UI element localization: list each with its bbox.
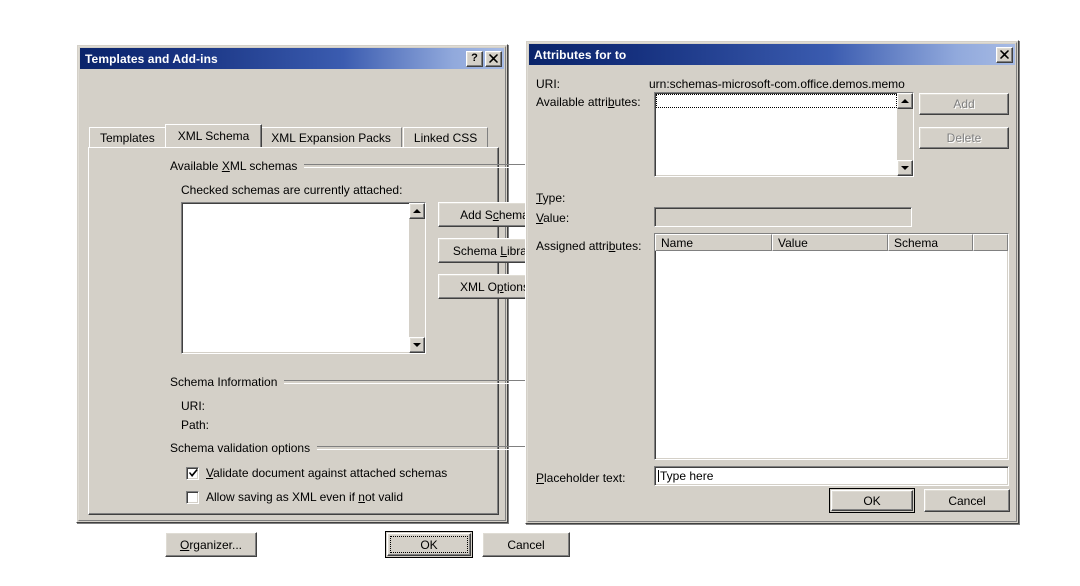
available-attributes-scrollbar[interactable] bbox=[897, 93, 913, 176]
check-icon bbox=[189, 468, 198, 477]
group-schema-information-label: Schema Information bbox=[170, 375, 278, 389]
organizer-label: Organizer... bbox=[179, 537, 243, 552]
column-header-value[interactable]: Value bbox=[772, 234, 888, 251]
organizer-button[interactable]: Organizer... bbox=[165, 532, 257, 557]
scroll-down-glyph bbox=[901, 166, 909, 170]
schema-uri-label: URI: bbox=[181, 399, 205, 413]
attribute-value-label: Value: bbox=[536, 211, 570, 225]
tab-xml-expansion-packs[interactable]: XML Expansion Packs bbox=[260, 127, 402, 147]
scroll-down-icon[interactable] bbox=[897, 160, 913, 176]
templates-ok-button[interactable]: OK bbox=[385, 531, 473, 558]
tab-templates[interactable]: Templates bbox=[89, 127, 166, 147]
attributes-uri-label: URI: bbox=[536, 77, 560, 91]
templates-and-addins-dialog: Templates and Add-ins ? Templates XML Sc… bbox=[76, 44, 570, 558]
column-header-value-label: Value bbox=[778, 235, 808, 250]
assigned-attributes-table[interactable]: Name Value Schema bbox=[654, 233, 1009, 460]
group-available-xml-schemas-label: Available XML schemas bbox=[170, 159, 298, 173]
schema-path-label: Path: bbox=[181, 418, 210, 432]
delete-attribute-button[interactable]: Delete bbox=[919, 127, 1009, 149]
add-attribute-button[interactable]: Add bbox=[919, 93, 1009, 115]
text-caret bbox=[658, 470, 659, 482]
column-header-schema[interactable]: Schema bbox=[888, 234, 973, 251]
group-schema-validation-options: Schema validation options bbox=[170, 441, 566, 455]
attributes-dialog-title: Attributes for to bbox=[534, 47, 627, 62]
assigned-attributes-label: Assigned attributes: bbox=[536, 239, 642, 253]
tab-xml-schema-label: XML Schema bbox=[177, 129, 250, 143]
checkbox-validate-document-label: Validate document against attached schem… bbox=[206, 466, 448, 480]
help-icon[interactable]: ? bbox=[466, 50, 483, 67]
attributes-uri-value: urn:schemas-microsoft-com.office.demos.m… bbox=[649, 77, 905, 91]
attributes-dialog-titlebar[interactable]: Attributes for to bbox=[529, 44, 1015, 65]
templates-ok-focus-ring: OK bbox=[390, 536, 468, 553]
group-rule bbox=[284, 380, 566, 384]
column-header-name[interactable]: Name bbox=[655, 234, 772, 251]
group-schema-validation-options-label: Schema validation options bbox=[170, 441, 311, 455]
checked-schemas-caption: Checked schemas are currently attached: bbox=[181, 183, 403, 197]
templates-dialog-title: Templates and Add-ins bbox=[85, 51, 218, 66]
checkbox-validate-document-box[interactable] bbox=[186, 466, 199, 480]
close-icon[interactable] bbox=[996, 46, 1013, 63]
assigned-attributes-header-row: Name Value Schema bbox=[655, 234, 1008, 251]
close-glyph bbox=[1000, 50, 1009, 59]
close-glyph bbox=[489, 54, 498, 63]
attributes-cancel-button[interactable]: Cancel bbox=[924, 489, 1010, 512]
checkbox-validate-document[interactable]: Validate document against attached schem… bbox=[186, 466, 447, 480]
screenshot-root: Templates and Add-ins ? Templates XML Sc… bbox=[0, 0, 1080, 586]
column-header-schema-label: Schema bbox=[894, 235, 939, 250]
available-attributes-listbox[interactable] bbox=[654, 92, 914, 177]
scroll-up-icon[interactable] bbox=[897, 93, 913, 109]
column-header-extra[interactable] bbox=[973, 234, 1008, 251]
scroll-down-glyph bbox=[413, 343, 421, 347]
placeholder-text-input[interactable]: Type here bbox=[654, 466, 1009, 486]
templates-dialog-titlebar[interactable]: Templates and Add-ins ? bbox=[80, 48, 504, 69]
scroll-up-glyph bbox=[413, 209, 421, 213]
available-attributes-focus-row bbox=[656, 94, 897, 108]
checkbox-allow-saving-invalid[interactable]: Allow saving as XML even if not valid bbox=[186, 490, 403, 504]
attribute-value-input[interactable] bbox=[654, 207, 912, 227]
column-header-name-label: Name bbox=[661, 235, 694, 250]
templates-cancel-button[interactable]: Cancel bbox=[482, 532, 570, 557]
checkbox-allow-saving-invalid-label: Allow saving as XML even if not valid bbox=[206, 490, 404, 504]
templates-cancel-label: Cancel bbox=[507, 537, 545, 552]
tab-xml-expansion-packs-label: XML Expansion Packs bbox=[271, 130, 391, 145]
templates-tabstrip: Templates XML Schema XML Expansion Packs… bbox=[89, 124, 499, 147]
delete-attribute-label: Delete bbox=[946, 131, 982, 145]
tab-templates-label: Templates bbox=[100, 130, 155, 145]
placeholder-text-label: Placeholder text: bbox=[536, 471, 626, 485]
add-attribute-label: Add bbox=[953, 97, 975, 111]
attributes-dialog: Attributes for to URI: urn:schemas-micro… bbox=[525, 40, 1019, 524]
scroll-up-glyph bbox=[901, 99, 909, 103]
schema-listbox[interactable] bbox=[181, 202, 426, 354]
tab-linked-css[interactable]: Linked CSS bbox=[402, 127, 489, 147]
scroll-down-icon[interactable] bbox=[409, 337, 425, 353]
attribute-type-label: Type: bbox=[536, 191, 566, 205]
attributes-ok-button[interactable]: OK bbox=[829, 488, 915, 513]
checkbox-allow-saving-invalid-box[interactable] bbox=[186, 490, 199, 504]
tab-xml-schema[interactable]: XML Schema bbox=[164, 124, 263, 147]
schema-listbox-scrollbar[interactable] bbox=[409, 203, 425, 353]
group-schema-information: Schema Information bbox=[170, 375, 566, 389]
attributes-ok-label: OK bbox=[863, 493, 881, 508]
available-attributes-label: Available attributes: bbox=[536, 95, 641, 109]
templates-ok-label: OK bbox=[420, 537, 438, 552]
placeholder-text-value: Type here bbox=[660, 469, 714, 483]
group-available-xml-schemas: Available XML schemas bbox=[170, 159, 566, 173]
help-glyph: ? bbox=[471, 52, 478, 64]
attributes-cancel-label: Cancel bbox=[948, 493, 986, 508]
close-icon[interactable] bbox=[485, 50, 502, 67]
templates-ok-face: OK bbox=[387, 533, 471, 556]
tab-linked-css-label: Linked CSS bbox=[413, 130, 478, 145]
scroll-up-icon[interactable] bbox=[409, 203, 425, 219]
attributes-ok-face: OK bbox=[831, 490, 913, 511]
